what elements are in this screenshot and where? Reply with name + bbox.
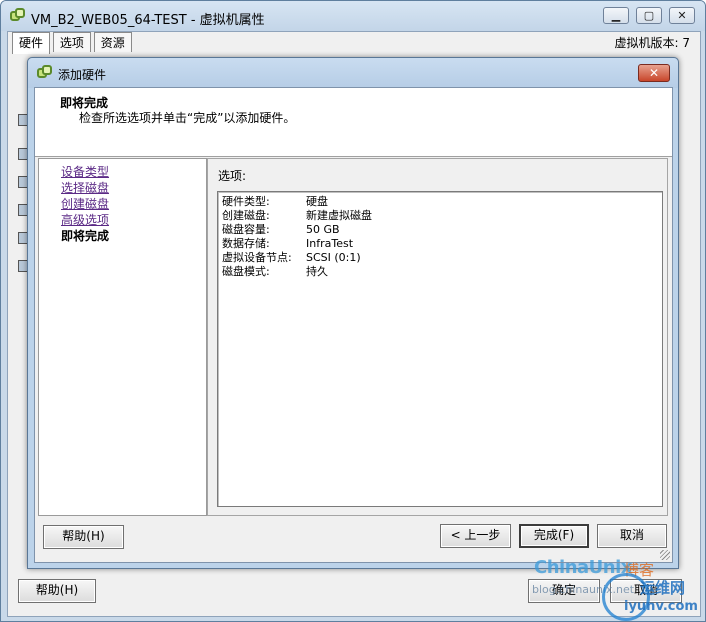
tab-resources[interactable]: 资源 — [93, 32, 132, 52]
maximize-button[interactable]: ▢ — [636, 7, 662, 24]
close-icon: ✕ — [677, 9, 687, 22]
maximize-icon: ▢ — [643, 9, 655, 22]
wizard-step-subtitle: 检查所选选项并单击“完成”以添加硬件。 — [79, 111, 296, 125]
dialog-titlebar[interactable]: 添加硬件 ✕ — [28, 58, 678, 88]
nav-advanced-options[interactable]: 高级选项 — [61, 211, 109, 228]
vsphere-app-icon — [37, 65, 53, 81]
summary-row: 虚拟设备节点: SCSI (0:1) — [222, 251, 361, 264]
summary-row: 磁盘模式: 持久 — [222, 265, 328, 278]
minimize-button[interactable]: ▁ — [603, 7, 629, 24]
finish-button[interactable]: 完成(F) — [519, 524, 589, 548]
close-icon: ✕ — [648, 66, 660, 80]
outer-titlebar[interactable]: VM_B2_WEB05_64-TEST - 虚拟机属性 ▁ ▢ ✕ — [1, 1, 705, 31]
outer-help-button[interactable]: 帮助(H) — [18, 579, 96, 603]
watermark-domain: iyunv.com — [624, 599, 698, 614]
summary-row: 创建磁盘: 新建虚拟磁盘 — [222, 209, 372, 222]
summary-row: 硬件类型: 硬盘 — [222, 195, 328, 208]
options-label: 选项: — [218, 169, 247, 183]
vm-version-label: 虚拟机版本: 7 — [614, 36, 691, 50]
nav-create-disk[interactable]: 创建磁盘 — [61, 195, 109, 212]
tab-options[interactable]: 选项 — [52, 32, 91, 52]
summary-box: 硬件类型: 硬盘 创建磁盘: 新建虚拟磁盘 磁盘容量: 50 GB 数据存储: Infr… — [217, 191, 663, 507]
dialog-help-button[interactable]: 帮助(H) — [43, 525, 124, 549]
nav-ready-to-complete: 即将完成 — [61, 229, 110, 243]
wizard-nav: 设备类型 选择磁盘 创建磁盘 高级选项 即将完成 — [38, 158, 207, 516]
nav-select-disk[interactable]: 选择磁盘 — [61, 179, 109, 196]
watermark-site: 运维网 — [640, 579, 686, 597]
add-hardware-dialog: 添加硬件 ✕ 即将完成 检查所选选项并单击“完成”以添加硬件。 设备类型 选择磁… — [27, 57, 679, 569]
dialog-close-button[interactable]: ✕ — [638, 64, 670, 82]
dialog-client-area: 即将完成 检查所选选项并单击“完成”以添加硬件。 设备类型 选择磁盘 创建磁盘 … — [34, 87, 673, 563]
watermark: ChinaUnix 博客 blog.chinaunix.net 运维网 iyun… — [530, 555, 705, 621]
summary-row: 磁盘容量: 50 GB — [222, 223, 340, 236]
dialog-cancel-button[interactable]: 取消 — [597, 524, 667, 548]
dialog-title: 添加硬件 — [58, 68, 107, 82]
tab-hardware[interactable]: 硬件 — [12, 32, 51, 54]
vsphere-app-icon — [10, 8, 26, 24]
outer-window-title: VM_B2_WEB05_64-TEST - 虚拟机属性 — [31, 13, 265, 28]
summary-row: 数据存储: InfraTest — [222, 237, 354, 250]
wizard-content: 选项: 硬件类型: 硬盘 创建磁盘: 新建虚拟磁盘 磁盘容量: 50 GB 数据存储:… — [207, 158, 668, 516]
minimize-icon: ▁ — [611, 9, 621, 22]
outer-close-button[interactable]: ✕ — [669, 7, 695, 24]
nav-device-type[interactable]: 设备类型 — [61, 163, 109, 180]
wizard-header: 即将完成 检查所选选项并单击“完成”以添加硬件。 — [35, 88, 672, 157]
outer-tab-strip: 硬件 选项 资源 — [12, 32, 132, 54]
back-button[interactable]: < 上一步 — [440, 524, 511, 548]
